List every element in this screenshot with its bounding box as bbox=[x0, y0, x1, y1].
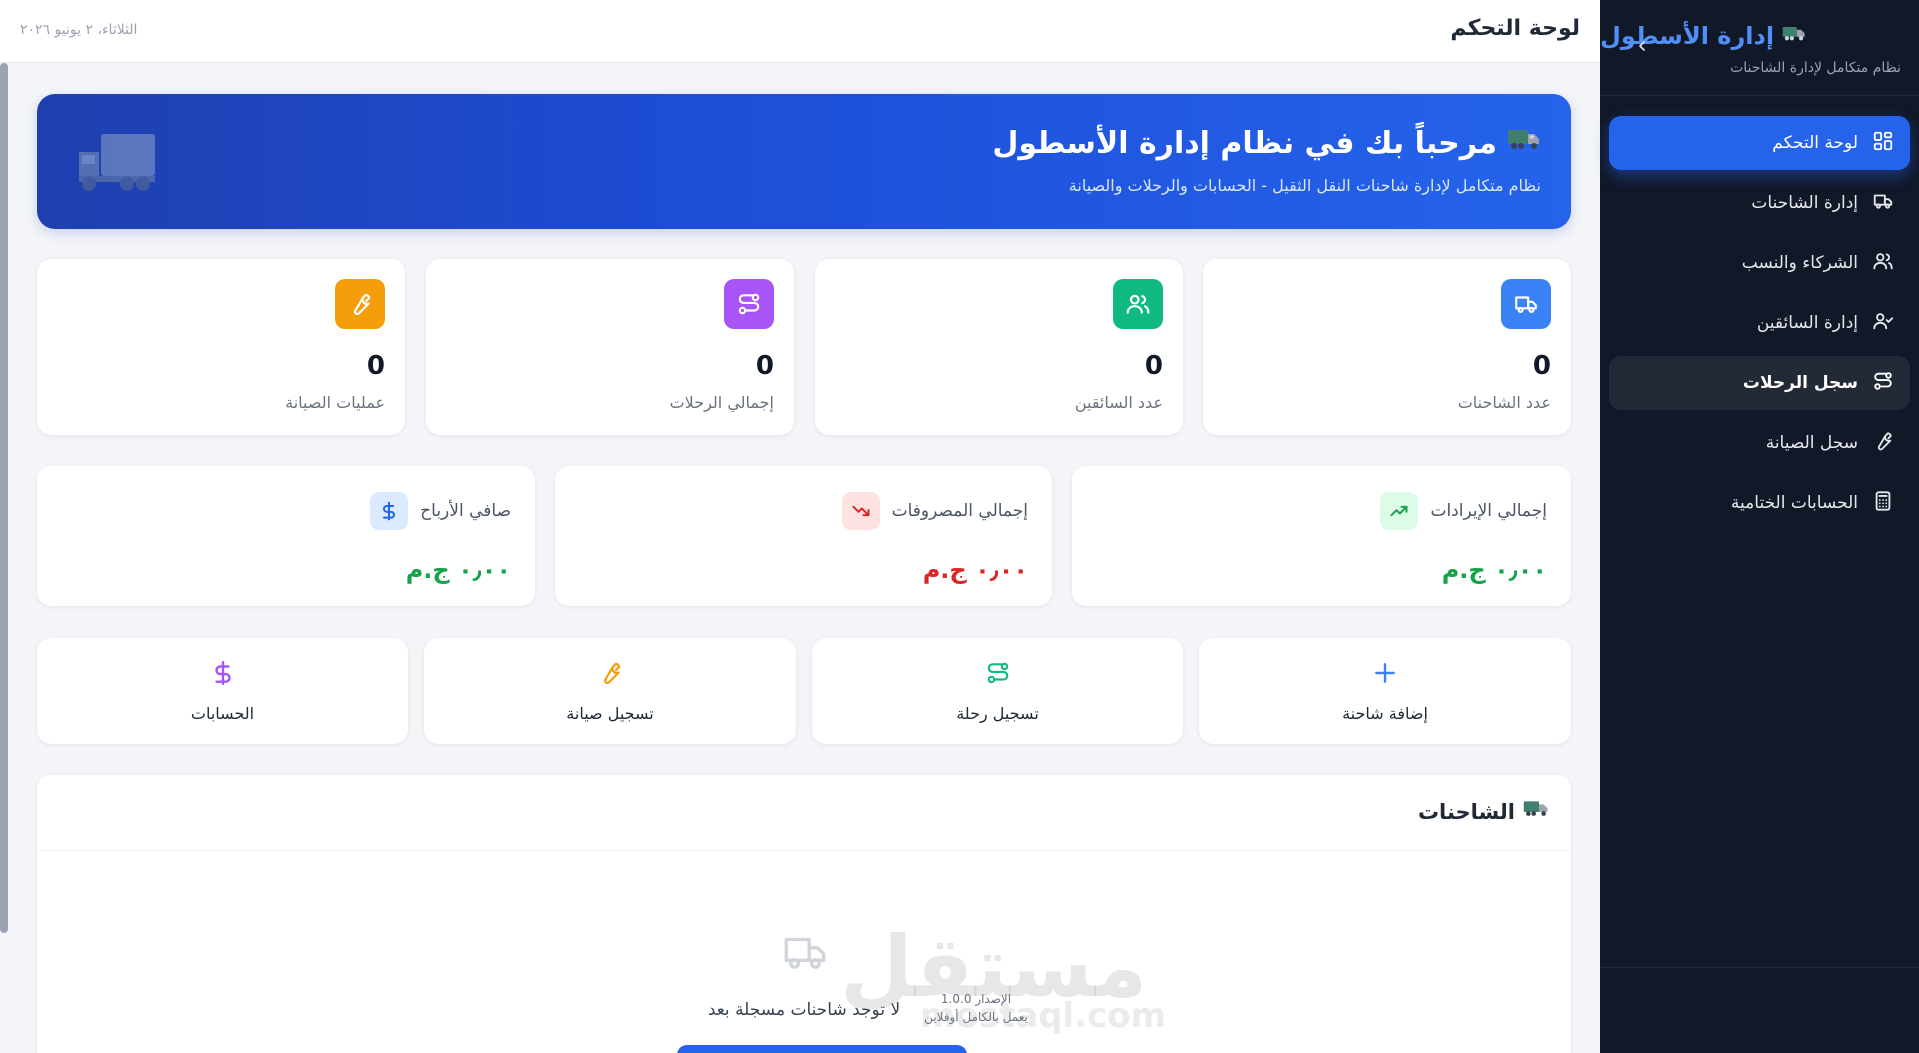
calculator-icon bbox=[1872, 490, 1894, 517]
stat-label: إجمالي الرحلات bbox=[669, 393, 774, 412]
top-bar: لوحة التحكم الثلاثاء، ٢ يونيو ٢٠٢٦ bbox=[0, 0, 1600, 63]
empty-state-text: لا توجد شاحنات مسجلة بعد bbox=[707, 1000, 901, 1020]
finance-value: ٠٫٠٠ ج.م bbox=[922, 556, 1028, 584]
sidebar-item-label: الشركاء والنسب bbox=[1741, 253, 1858, 273]
truck-emoji-icon bbox=[1507, 126, 1541, 161]
finance-value: ٠٫٠٠ ج.م bbox=[405, 556, 511, 584]
grid-icon bbox=[1872, 130, 1894, 157]
sidebar-item-dashboard[interactable]: لوحة التحكم bbox=[1609, 116, 1910, 170]
sidebar-header: إدارة الأسطول نظام متكامل لإدارة الشاحنا… bbox=[1600, 0, 1919, 96]
version-info: الإصدار 1.0.0 يعمل بالكامل أوفلاين bbox=[896, 990, 1056, 1026]
truck-icon bbox=[1872, 190, 1894, 217]
section-header: الشاحنات bbox=[37, 775, 1571, 851]
version-text: الإصدار 1.0.0 bbox=[940, 992, 1012, 1006]
welcome-banner: مرحباً بك في نظام إدارة الأسطول نظام متك… bbox=[37, 94, 1571, 229]
sidebar: إدارة الأسطول نظام متكامل لإدارة الشاحنا… bbox=[1600, 0, 1919, 1053]
trucks-section: الشاحنات لا توجد شاحنات مسجلة بعد bbox=[37, 775, 1571, 1053]
finance-header: إجمالي المصروفات bbox=[841, 492, 1028, 530]
sidebar-item-label: سجل الرحلات bbox=[1742, 373, 1858, 393]
add-truck-button[interactable]: إضافة شاحنة bbox=[1199, 638, 1571, 744]
users-icon bbox=[1872, 250, 1894, 277]
banner-title: مرحباً بك في نظام إدارة الأسطول bbox=[992, 126, 1541, 161]
route-icon bbox=[724, 279, 774, 329]
dollar-icon bbox=[210, 660, 236, 690]
wrench-icon bbox=[597, 660, 623, 690]
user-check-icon bbox=[1872, 310, 1894, 337]
sidebar-item-maintenance[interactable]: سجل الصيانة bbox=[1609, 416, 1910, 470]
action-label: تسجيل صيانة bbox=[566, 703, 654, 723]
plus-icon bbox=[1372, 660, 1398, 690]
sidebar-item-partners[interactable]: الشركاء والنسب bbox=[1609, 236, 1910, 290]
current-date: الثلاثاء، ٢ يونيو ٢٠٢٦ bbox=[20, 22, 138, 38]
trending-down-icon bbox=[841, 492, 880, 530]
stat-card-maintenance: 0 عمليات الصيانة bbox=[37, 259, 405, 435]
accounts-button[interactable]: الحسابات bbox=[37, 638, 408, 744]
users-icon bbox=[1113, 279, 1163, 329]
banner-title-text: مرحباً بك في نظام إدارة الأسطول bbox=[992, 126, 1497, 161]
add-first-truck-button[interactable] bbox=[677, 1045, 967, 1053]
finance-label: إجمالي الإيرادات bbox=[1430, 501, 1547, 521]
empty-truck-icon bbox=[775, 927, 835, 981]
stat-label: عدد السائقين bbox=[1074, 393, 1163, 412]
scrollbar[interactable] bbox=[0, 63, 8, 933]
action-label: الحسابات bbox=[190, 703, 255, 723]
record-trip-button[interactable]: تسجيل رحلة bbox=[812, 638, 1183, 744]
brand-subtitle: نظام متكامل لإدارة الشاحنات bbox=[1730, 60, 1901, 76]
finance-card-profit: صافي الأرباح ٠٫٠٠ ج.م bbox=[37, 466, 535, 606]
action-label: تسجيل رحلة bbox=[956, 703, 1039, 723]
trending-up-icon bbox=[1380, 492, 1419, 530]
banner-truck-icon bbox=[77, 132, 157, 198]
dollar-icon bbox=[370, 492, 409, 530]
offline-note: يعمل بالكامل أوفلاين bbox=[924, 1010, 1028, 1024]
finance-label: صافي الأرباح bbox=[420, 501, 511, 521]
sidebar-item-trucks[interactable]: إدارة الشاحنات bbox=[1609, 176, 1910, 230]
finance-card-revenue: إجمالي الإيرادات ٠٫٠٠ ج.م bbox=[1072, 466, 1571, 606]
sidebar-item-label: إدارة الشاحنات bbox=[1751, 193, 1858, 213]
brand-title: إدارة الأسطول bbox=[1600, 22, 1775, 50]
truck-emoji-icon bbox=[1523, 799, 1549, 824]
finance-card-expenses: إجمالي المصروفات ٠٫٠٠ ج.م bbox=[555, 466, 1052, 606]
sidebar-footer bbox=[1600, 967, 1919, 1053]
finance-value: ٠٫٠٠ ج.م bbox=[1441, 556, 1547, 584]
wrench-icon bbox=[1872, 430, 1894, 457]
stat-label: عدد الشاحنات bbox=[1457, 393, 1551, 412]
sidebar-item-label: الحسابات الختامية bbox=[1730, 493, 1858, 513]
finance-label: إجمالي المصروفات bbox=[891, 501, 1028, 521]
route-icon bbox=[985, 660, 1011, 690]
sidebar-item-label: إدارة السائقين bbox=[1756, 313, 1858, 333]
truck-emoji-icon bbox=[1782, 22, 1806, 50]
finance-header: صافي الأرباح bbox=[370, 492, 511, 530]
page-title: لوحة التحكم bbox=[1450, 16, 1580, 41]
stat-card-trips: 0 إجمالي الرحلات bbox=[426, 259, 794, 435]
stat-value: 0 bbox=[366, 351, 385, 381]
stat-value: 0 bbox=[1532, 351, 1551, 381]
wrench-icon bbox=[335, 279, 385, 329]
stat-label: عمليات الصيانة bbox=[285, 393, 385, 412]
record-maintenance-button[interactable]: تسجيل صيانة bbox=[424, 638, 796, 744]
stat-value: 0 bbox=[755, 351, 774, 381]
main-content: لوحة التحكم الثلاثاء، ٢ يونيو ٢٠٢٦ مرحبا… bbox=[0, 0, 1600, 1053]
section-title-text: الشاحنات bbox=[1417, 799, 1515, 824]
stat-card-trucks: 0 عدد الشاحنات bbox=[1203, 259, 1571, 435]
stat-card-drivers: 0 عدد السائقين bbox=[815, 259, 1183, 435]
truck-icon bbox=[1501, 279, 1551, 329]
sidebar-item-drivers[interactable]: إدارة السائقين bbox=[1609, 296, 1910, 350]
action-label: إضافة شاحنة bbox=[1342, 703, 1428, 723]
sidebar-item-label: سجل الصيانة bbox=[1765, 433, 1858, 453]
sidebar-nav: لوحة التحكم إدارة الشاحنات الشركاء والنس… bbox=[1600, 96, 1919, 530]
collapse-sidebar-button[interactable] bbox=[1630, 34, 1654, 58]
sidebar-item-trips[interactable]: سجل الرحلات bbox=[1609, 356, 1910, 410]
sidebar-item-label: لوحة التحكم bbox=[1772, 133, 1858, 153]
stat-value: 0 bbox=[1144, 351, 1163, 381]
section-title: الشاحنات bbox=[1418, 799, 1549, 824]
finance-header: إجمالي الإيرادات bbox=[1380, 492, 1547, 530]
route-icon bbox=[1872, 370, 1894, 397]
banner-subtitle: نظام متكامل لإدارة شاحنات النقل الثقيل -… bbox=[1068, 176, 1541, 195]
chevron-left-icon bbox=[1639, 41, 1645, 51]
sidebar-item-final-accounts[interactable]: الحسابات الختامية bbox=[1609, 476, 1910, 530]
